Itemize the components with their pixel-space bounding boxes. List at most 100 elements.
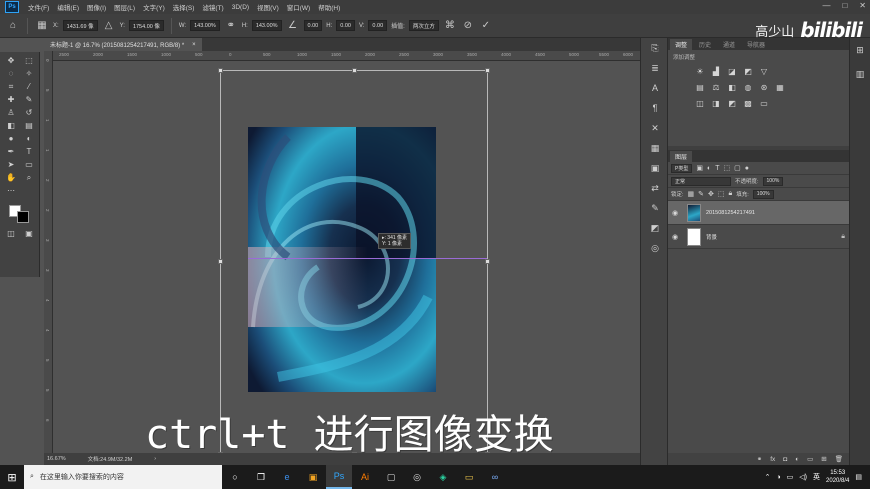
minimize-button[interactable]: — <box>822 1 830 10</box>
adjust-panel-icon[interactable]: ⇄ <box>641 178 669 198</box>
learn-panel-icon[interactable]: ⊞ <box>850 38 870 62</box>
lasso-tool-icon[interactable]: ◌ <box>2 67 20 80</box>
document-tab-close-button[interactable]: × <box>192 42 196 48</box>
vibrance-icon[interactable]: ▽ <box>759 67 769 76</box>
commit-transform-icon[interactable]: ✓ <box>479 19 493 33</box>
maximize-button[interactable]: □ <box>842 1 847 10</box>
color-balance-icon[interactable]: ⚖ <box>711 83 721 92</box>
lock-position-icon[interactable]: ✥ <box>708 190 714 198</box>
selective-color-icon[interactable]: ▩ <box>743 99 753 108</box>
tray-chevron-icon[interactable]: ⌃ <box>765 473 771 481</box>
brightness-icon[interactable]: ☀ <box>695 67 705 76</box>
x-field[interactable]: 1431.69 像 <box>62 20 98 31</box>
tab-layers[interactable]: 图层 <box>670 151 693 162</box>
menu-3d[interactable]: 3D(D) <box>228 4 253 11</box>
h-field[interactable]: 143.00% <box>251 20 282 31</box>
menu-image[interactable]: 图像(I) <box>83 2 110 12</box>
swatches-panel-icon[interactable]: ▦ <box>641 138 669 158</box>
app-icon[interactable]: ◈ <box>430 465 456 489</box>
warp-icon[interactable]: ⌘ <box>443 19 457 33</box>
dodge-tool-icon[interactable]: ◐ <box>20 132 38 145</box>
marquee-tool-icon[interactable]: ⬚ <box>20 54 38 67</box>
quick-mask-icon[interactable]: ◫ <box>2 227 20 240</box>
canvas-area[interactable]: ▸: 341 像素 Y: 1 像素 <box>53 61 640 453</box>
menu-view[interactable]: 视图(V) <box>253 2 283 12</box>
menu-layer[interactable]: 图层(L) <box>110 2 139 12</box>
cancel-transform-icon[interactable]: ⊘ <box>461 19 475 33</box>
lock-artboard-icon[interactable]: ⬚ <box>718 190 725 198</box>
brush-panel-icon[interactable]: ✎ <box>641 198 669 218</box>
layers-mini-icon[interactable]: ◩ <box>641 218 669 238</box>
transform-handle[interactable] <box>485 259 490 264</box>
layer-style-icon[interactable]: fx <box>770 456 775 463</box>
character-panel-icon[interactable]: A <box>641 78 669 98</box>
filter-shape-icon[interactable]: ⬚ <box>723 164 730 172</box>
opacity-field[interactable]: 100% <box>762 176 784 186</box>
layer-row[interactable]: ◉ 背景 🔒︎ <box>668 225 849 249</box>
network-icon[interactable]: ▭ <box>787 473 794 481</box>
new-adjustment-icon[interactable]: ◐ <box>795 456 799 463</box>
lock-transparent-icon[interactable]: ▦ <box>688 190 695 198</box>
posterize-icon[interactable]: ◨ <box>711 99 721 108</box>
premiere-app-icon[interactable]: ▣ <box>300 465 326 489</box>
notification-icon[interactable]: ▤ <box>855 473 862 481</box>
type-tool-icon[interactable]: T <box>20 145 38 158</box>
rectangle-tool-icon[interactable]: ▭ <box>20 158 38 171</box>
menu-help[interactable]: 帮助(H) <box>314 2 344 12</box>
cortana-icon[interactable]: ○ <box>222 465 248 489</box>
gradient-map-icon[interactable]: ▭ <box>759 99 769 108</box>
crop-tool-icon[interactable]: ⌗ <box>2 80 20 93</box>
threshold-icon[interactable]: ◩ <box>727 99 737 108</box>
link-layers-icon[interactable]: ⚭ <box>757 455 762 463</box>
eyedropper-tool-icon[interactable]: ⁄ <box>20 80 38 93</box>
volume-icon[interactable]: ◁) <box>799 473 807 481</box>
tab-adjustments[interactable]: 调整 <box>670 39 693 50</box>
hand-tool-icon[interactable]: ✋ <box>2 171 20 184</box>
curves-icon[interactable]: ◪ <box>727 67 737 76</box>
clock[interactable]: 15:53 2020/8/4 <box>826 469 849 485</box>
taskbar-search[interactable]: ⌕ 在这里输入你要搜索的内容 <box>24 465 222 489</box>
more-tools-icon[interactable]: ⋯ <box>2 184 20 197</box>
history-brush-tool-icon[interactable]: ↺ <box>20 106 38 119</box>
fill-field[interactable]: 100% <box>752 189 774 199</box>
transform-handle[interactable] <box>485 68 490 73</box>
zoom-tool-icon[interactable]: ⌕ <box>20 171 38 184</box>
tab-channels[interactable]: 通道 <box>718 39 740 50</box>
chrome-icon[interactable]: ◎ <box>404 465 430 489</box>
brush-tool-icon[interactable]: ✎ <box>20 93 38 106</box>
layer-mask-icon[interactable]: ◘ <box>783 456 787 463</box>
visibility-eye-icon[interactable]: ◉ <box>672 233 682 241</box>
libraries-icon[interactable]: ▥ <box>850 62 870 86</box>
link-icon[interactable]: ⚭ <box>224 19 238 33</box>
lock-pixels-icon[interactable]: ✎ <box>698 190 704 198</box>
move-tool-icon[interactable]: ✥ <box>2 54 20 67</box>
gradient-tool-icon[interactable]: ▤ <box>20 119 38 132</box>
blur-tool-icon[interactable]: ● <box>2 132 20 145</box>
menu-edit[interactable]: 编辑(E) <box>53 2 83 12</box>
photoshop-app-icon[interactable]: Ps <box>326 465 352 489</box>
document-tab[interactable]: 未标题-1 @ 16.7% (20150812542174​91, RGB/8)… <box>44 38 202 51</box>
paragraph-panel-icon[interactable]: ¶ <box>641 98 669 118</box>
horizontal-ruler[interactable]: 2500 2000 1500 1000 500 0 500 1000 1500 … <box>53 51 640 61</box>
edge-icon[interactable]: e <box>274 465 300 489</box>
menu-filter[interactable]: 滤镜(T) <box>198 2 227 12</box>
menu-file[interactable]: 文件(F) <box>24 2 53 12</box>
hue-saturation-icon[interactable]: ▤ <box>695 83 705 92</box>
ime-indicator[interactable]: 英 <box>813 472 820 482</box>
libraries-panel-icon[interactable]: ▣ <box>641 158 669 178</box>
black-white-icon[interactable]: ◧ <box>727 83 737 92</box>
hskew-field[interactable]: 0.00 <box>336 20 355 31</box>
close-window-button[interactable]: ✕ <box>859 1 866 10</box>
windows-start-icon[interactable]: ⊞ <box>0 465 24 489</box>
vertical-ruler[interactable]: 0 5 1 1 2 2 3 3 4 4 5 5 6 <box>44 51 53 453</box>
menu-select[interactable]: 选择(S) <box>169 2 199 12</box>
filter-type-icon[interactable]: T <box>715 165 719 172</box>
new-layer-icon[interactable]: ⊞ <box>821 455 826 463</box>
menu-window[interactable]: 窗口(W) <box>283 2 314 12</box>
tab-history[interactable]: 历史 <box>694 39 716 50</box>
menu-type[interactable]: 文字(Y) <box>139 2 169 12</box>
levels-icon[interactable]: ▟ <box>711 67 721 76</box>
filter-toggle-icon[interactable]: ● <box>745 165 749 172</box>
transform-handle[interactable] <box>218 68 223 73</box>
file-explorer-icon[interactable]: ▭ <box>456 465 482 489</box>
